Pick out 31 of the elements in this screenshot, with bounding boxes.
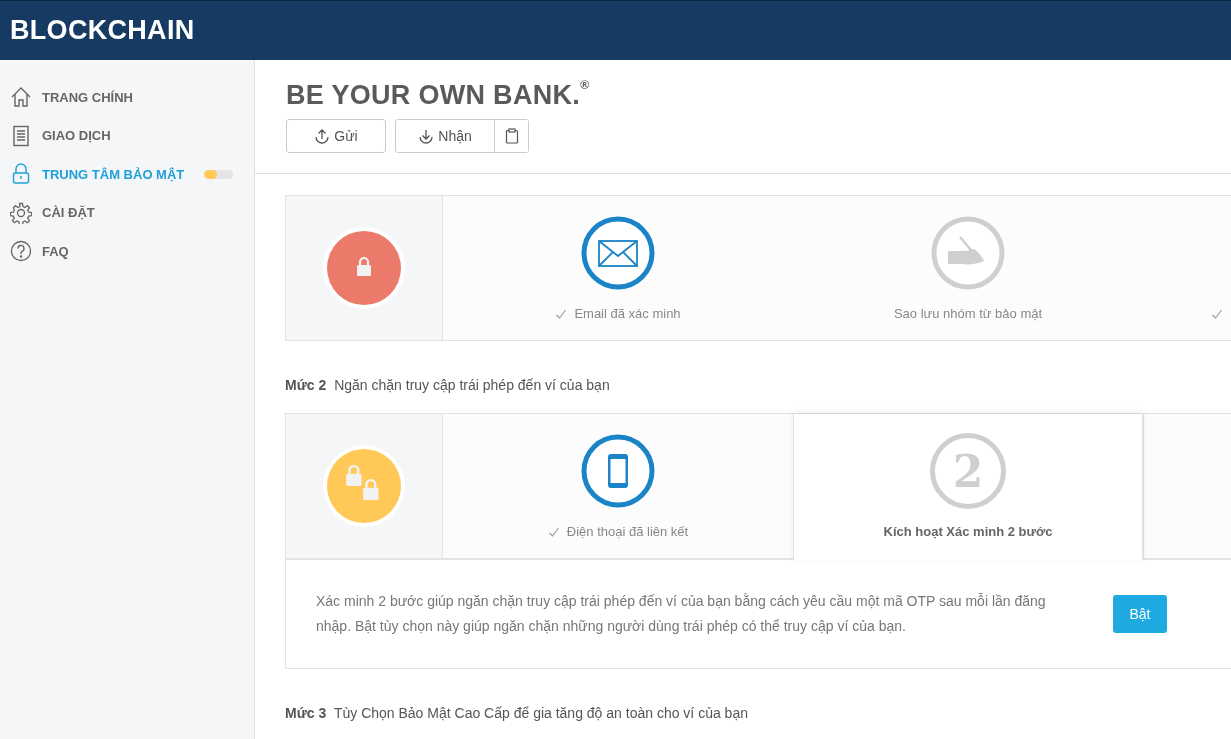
logo: BLOCKCHAIN — [10, 15, 195, 46]
step-label: Email đã xác minh — [574, 306, 681, 321]
step-label: Kích hoạt Xác minh 2 bước — [883, 524, 1053, 539]
hand-writing-icon — [930, 215, 1006, 291]
send-button[interactable]: Gửi — [286, 119, 386, 153]
phone-icon — [580, 433, 656, 509]
house-icon — [10, 86, 32, 109]
level-heading: Mức 2 Ngăn chặn truy cập trái phép đến ví của bạn — [285, 377, 611, 393]
check-icon — [547, 525, 560, 538]
envelope-icon — [580, 215, 656, 291]
clipboard-button[interactable] — [494, 120, 528, 152]
sidebar-item[interactable]: TRANG CHÍNH — [0, 78, 254, 117]
clipboard-icon — [504, 128, 519, 144]
page-title: BE YOUR OWN BANK.$^{®}$ — [286, 80, 591, 111]
check-icon — [1211, 307, 1223, 320]
step-label: Điện thoại đã liên kết — [566, 524, 689, 539]
check-icon — [555, 307, 568, 320]
document-icon — [10, 124, 32, 147]
settings-icon — [10, 201, 32, 224]
upload-icon — [314, 128, 331, 144]
level-heading: Mức 3 Tùy Chọn Bảo Mật Cao Cấp để gia tăng độ an toàn cho ví của bạn — [285, 705, 749, 721]
download-icon — [418, 128, 435, 144]
help-icon — [10, 240, 32, 263]
detail-text: Xác minh 2 bước giúp ngăn chặn truy cập trái phép đến ví của bạn bằng cách yêu cầu một mã OTP sau mỗi lần đăng nhập. Bật tùy chọn này giúp ngăn chặn những người dùng trái phép có thể truy cập ví của bạn. — [316, 592, 1047, 636]
lock-icon — [10, 163, 32, 186]
enable-button[interactable]: Bật — [1113, 595, 1167, 633]
sidebar-item[interactable]: TRUNG TÂM BẢO MẬT — [0, 155, 254, 194]
sidebar-item[interactable]: FAQ — [0, 232, 254, 271]
sidebar-item[interactable]: GIAO DỊCH — [0, 116, 254, 155]
step-label: Sao lưu nhóm từ bảo mật — [893, 306, 1043, 321]
sidebar-item[interactable]: CÀI ĐẶT — [0, 193, 254, 232]
